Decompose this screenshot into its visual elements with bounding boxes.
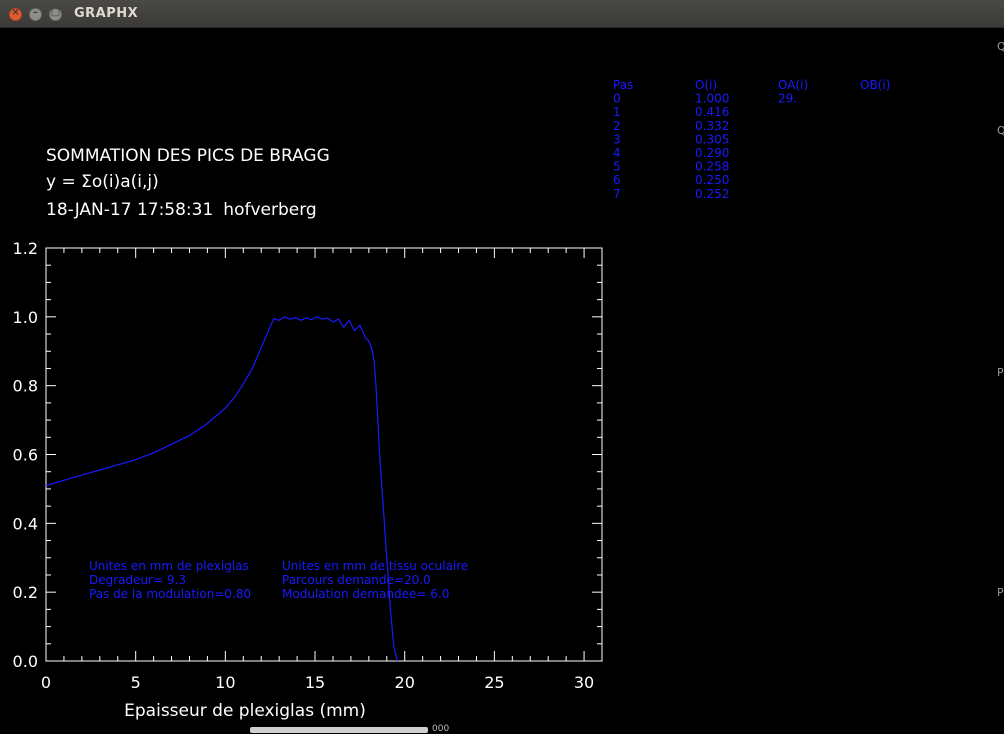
- axis-ticks: 0 5 10 15 20 25 30 0.0 0.2 0.4 0.6 0.8 1.0 1.2: [13, 239, 603, 692]
- annotation-line: Parcours demande=20.0: [282, 573, 431, 587]
- x-tick-label: 25: [484, 673, 504, 692]
- table-cell: 3: [613, 132, 621, 146]
- close-icon: ×: [11, 7, 20, 18]
- graph-canvas: SOMMATION DES PICS DE BRAGG y = Σo(i)a(i…: [13, 78, 891, 721]
- table-header: OB(i): [860, 78, 890, 92]
- coefficient-table: Pas O(i) OA(i) OB(i) 0 1.000 29. 1 0.416 2 0.332 3 0…: [613, 78, 890, 201]
- table-cell: 1.000: [695, 92, 729, 106]
- maximize-icon: □: [50, 7, 61, 18]
- table-cell: 5: [613, 160, 621, 174]
- table-cell: 0.250: [695, 173, 729, 187]
- y-tick-label: 1.0: [13, 308, 38, 327]
- minimize-button[interactable]: –: [29, 7, 42, 21]
- table-cell: 2: [613, 119, 621, 133]
- y-tick-label: 0.6: [13, 446, 38, 465]
- window-title: GRAPHX: [74, 6, 139, 21]
- table-cell: 0.252: [695, 187, 729, 201]
- chart-timestamp: 18-JAN-17 17:58:31 hofverberg: [46, 200, 317, 220]
- x-tick-label: 20: [395, 673, 415, 692]
- timestamp-text: 18-JAN-17 17:58:31: [46, 200, 213, 220]
- chart-title: SOMMATION DES PICS DE BRAGG: [46, 146, 330, 166]
- user-text: hofverberg: [223, 200, 316, 220]
- maximize-button[interactable]: □: [49, 7, 62, 21]
- table-header: Pas: [613, 78, 633, 92]
- y-tick-label: 1.2: [13, 239, 38, 258]
- table-cell: 0.305: [695, 132, 729, 146]
- annotation-right: Unites en mm de tissu oculaire Parcours …: [282, 559, 468, 601]
- x-tick-label: 10: [215, 673, 235, 692]
- x-tick-label: 30: [574, 673, 594, 692]
- annotation-line: Unites en mm de plexiglas: [89, 559, 249, 573]
- table-cell: 0.416: [695, 105, 729, 119]
- edge-label: Q: [997, 124, 1004, 137]
- y-tick-label: 0.8: [13, 377, 38, 396]
- x-tick-label: 0: [41, 673, 51, 692]
- minimize-icon: –: [33, 7, 38, 18]
- window-titlebar: × – □ GRAPHX: [0, 0, 1004, 28]
- annotation-left: Unites en mm de plexiglas Degradeur= 9.3…: [89, 559, 251, 601]
- table-cell: 29.: [778, 92, 797, 106]
- x-tick-label: 5: [131, 673, 141, 692]
- table-header: O(i): [695, 78, 717, 92]
- table-cell: 0: [613, 92, 621, 106]
- horizontal-scrollbar[interactable]: [250, 727, 428, 733]
- edge-label: Q: [997, 40, 1004, 53]
- annotation-line: Unites en mm de tissu oculaire: [282, 559, 468, 573]
- table-cell: 0.332: [695, 119, 729, 133]
- edge-label: P: [997, 366, 1004, 379]
- y-tick-label: 0.2: [13, 583, 38, 602]
- chart-formula: y = Σo(i)a(i,j): [46, 172, 159, 192]
- table-cell: 0.290: [695, 146, 729, 160]
- edge-label: P: [997, 586, 1004, 599]
- table-cell: 0.258: [695, 160, 729, 174]
- series-line: [45, 316, 399, 662]
- x-axis-label: Epaisseur de plexiglas (mm): [124, 701, 366, 721]
- annotation-line: Degradeur= 9.3: [89, 573, 186, 587]
- table-cell: 7: [613, 187, 621, 201]
- annotation-line: Pas de la modulation=0.80: [89, 587, 251, 601]
- table-cell: 4: [613, 146, 621, 160]
- y-tick-label: 0.0: [13, 652, 38, 671]
- annotation-line: Modulation demandee= 6.0: [282, 587, 449, 601]
- series-lines: [45, 316, 399, 662]
- close-button[interactable]: ×: [9, 7, 22, 21]
- x-tick-label: 15: [305, 673, 325, 692]
- y-tick-label: 0.4: [13, 514, 38, 533]
- table-cell: 1: [613, 105, 621, 119]
- table-header: OA(i): [778, 78, 808, 92]
- table-cell: 6: [613, 173, 621, 187]
